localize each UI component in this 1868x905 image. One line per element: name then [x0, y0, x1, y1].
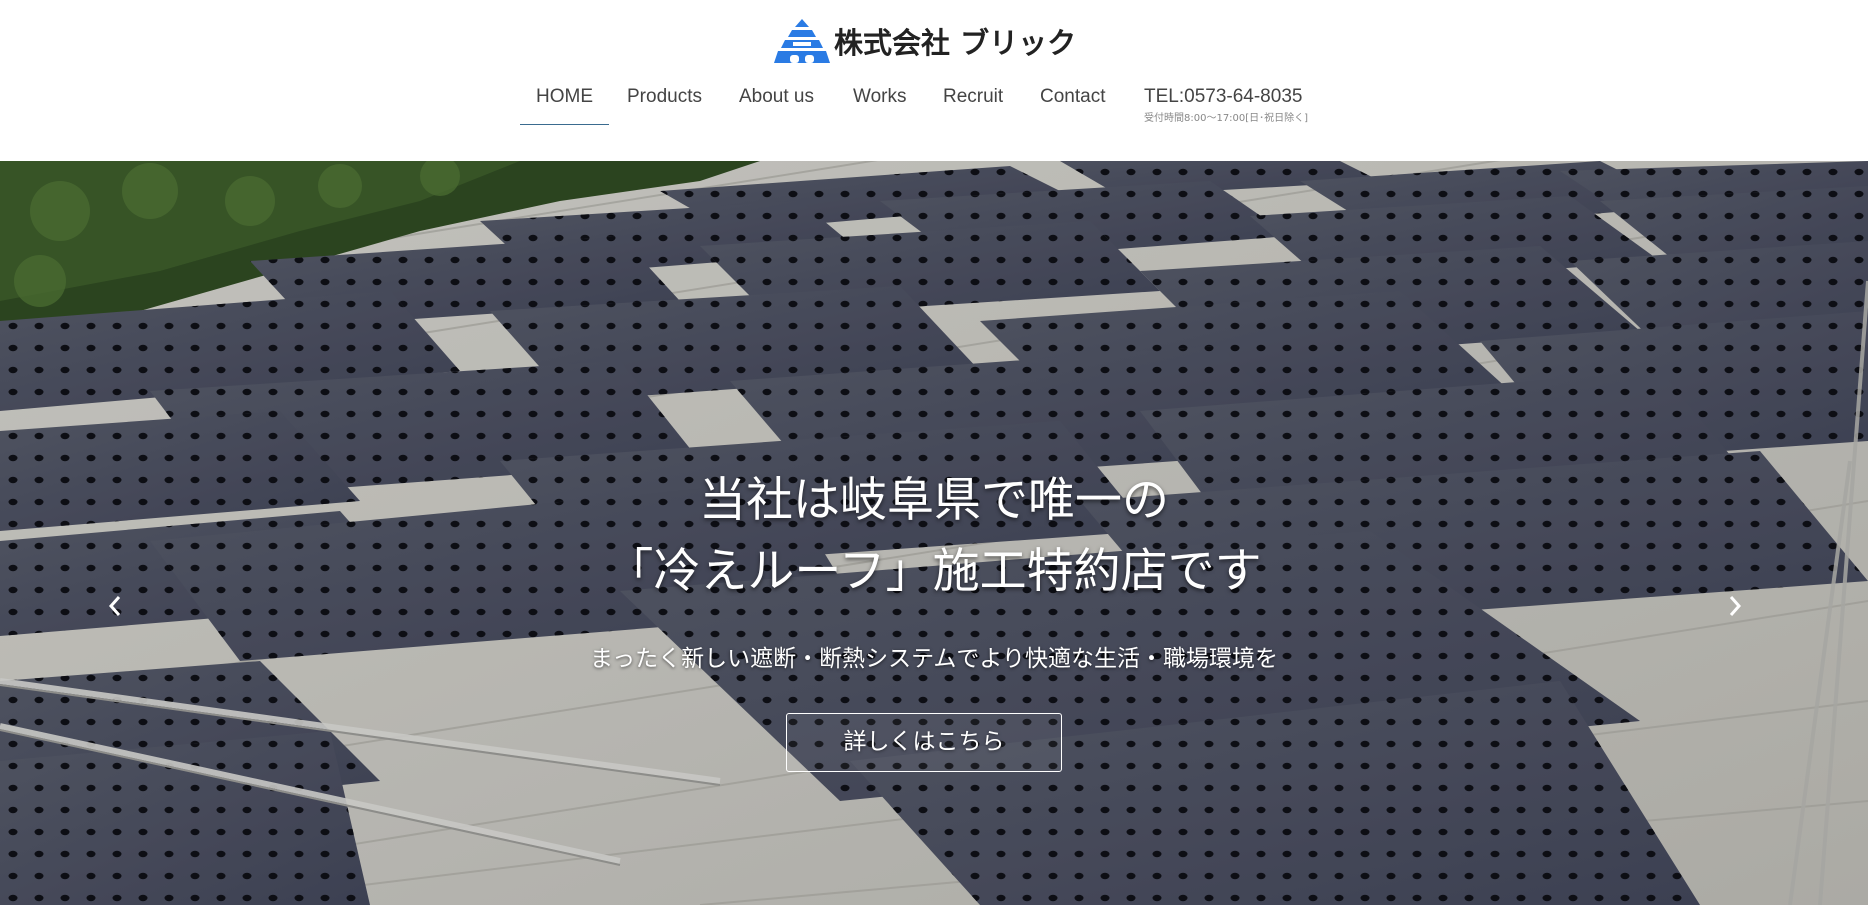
nav-home[interactable]: HOME	[520, 80, 609, 125]
logo-link[interactable]: 株式会社 ブリック	[773, 16, 1076, 66]
main-nav: HOME Products About us Works Recruit Con…	[0, 80, 1868, 130]
carousel-next-button[interactable]	[1720, 585, 1750, 625]
chevron-left-icon	[108, 596, 121, 616]
nav-products[interactable]: Products	[627, 80, 702, 125]
nav-about-us[interactable]: About us	[739, 80, 814, 125]
hero-title-line-1: 当社は岐阜県で唯一の	[699, 473, 1169, 528]
hero-content: 当社は岐阜県で唯一の 「冷えルーフ」施工特約店です まったく新しい遮断・断熱シス…	[0, 161, 1868, 905]
tel-hours: 受付時間8:00〜17:00[日･祝日除く]	[1144, 113, 1309, 124]
hero-subtitle: まったく新しい遮断・断熱システムでより快適な生活・職場環境を	[590, 646, 1278, 672]
carousel-prev-button[interactable]	[100, 585, 130, 625]
chevron-right-icon	[1729, 596, 1742, 616]
company-name: 株式会社 ブリック	[834, 26, 1077, 60]
nav-works[interactable]: Works	[853, 80, 906, 125]
nav-tel-link[interactable]: TEL:0573-64-8035 受付時間8:00〜17:00[日･祝日除く]	[1144, 80, 1308, 124]
nav-contact[interactable]: Contact	[1040, 80, 1105, 125]
details-button[interactable]: 詳しくはこちら	[786, 713, 1062, 772]
hero-title-line-2: 「冷えルーフ」施工特約店です	[606, 544, 1262, 599]
tel-number: TEL:0573-64-8035	[1144, 86, 1303, 107]
nav-recruit[interactable]: Recruit	[943, 80, 1003, 125]
hero-carousel: 当社は岐阜県で唯一の 「冷えルーフ」施工特約店です まったく新しい遮断・断熱シス…	[0, 161, 1868, 905]
site-header: 株式会社 ブリック HOME Products About us Works R…	[0, 0, 1868, 161]
company-logo-icon	[774, 19, 830, 63]
